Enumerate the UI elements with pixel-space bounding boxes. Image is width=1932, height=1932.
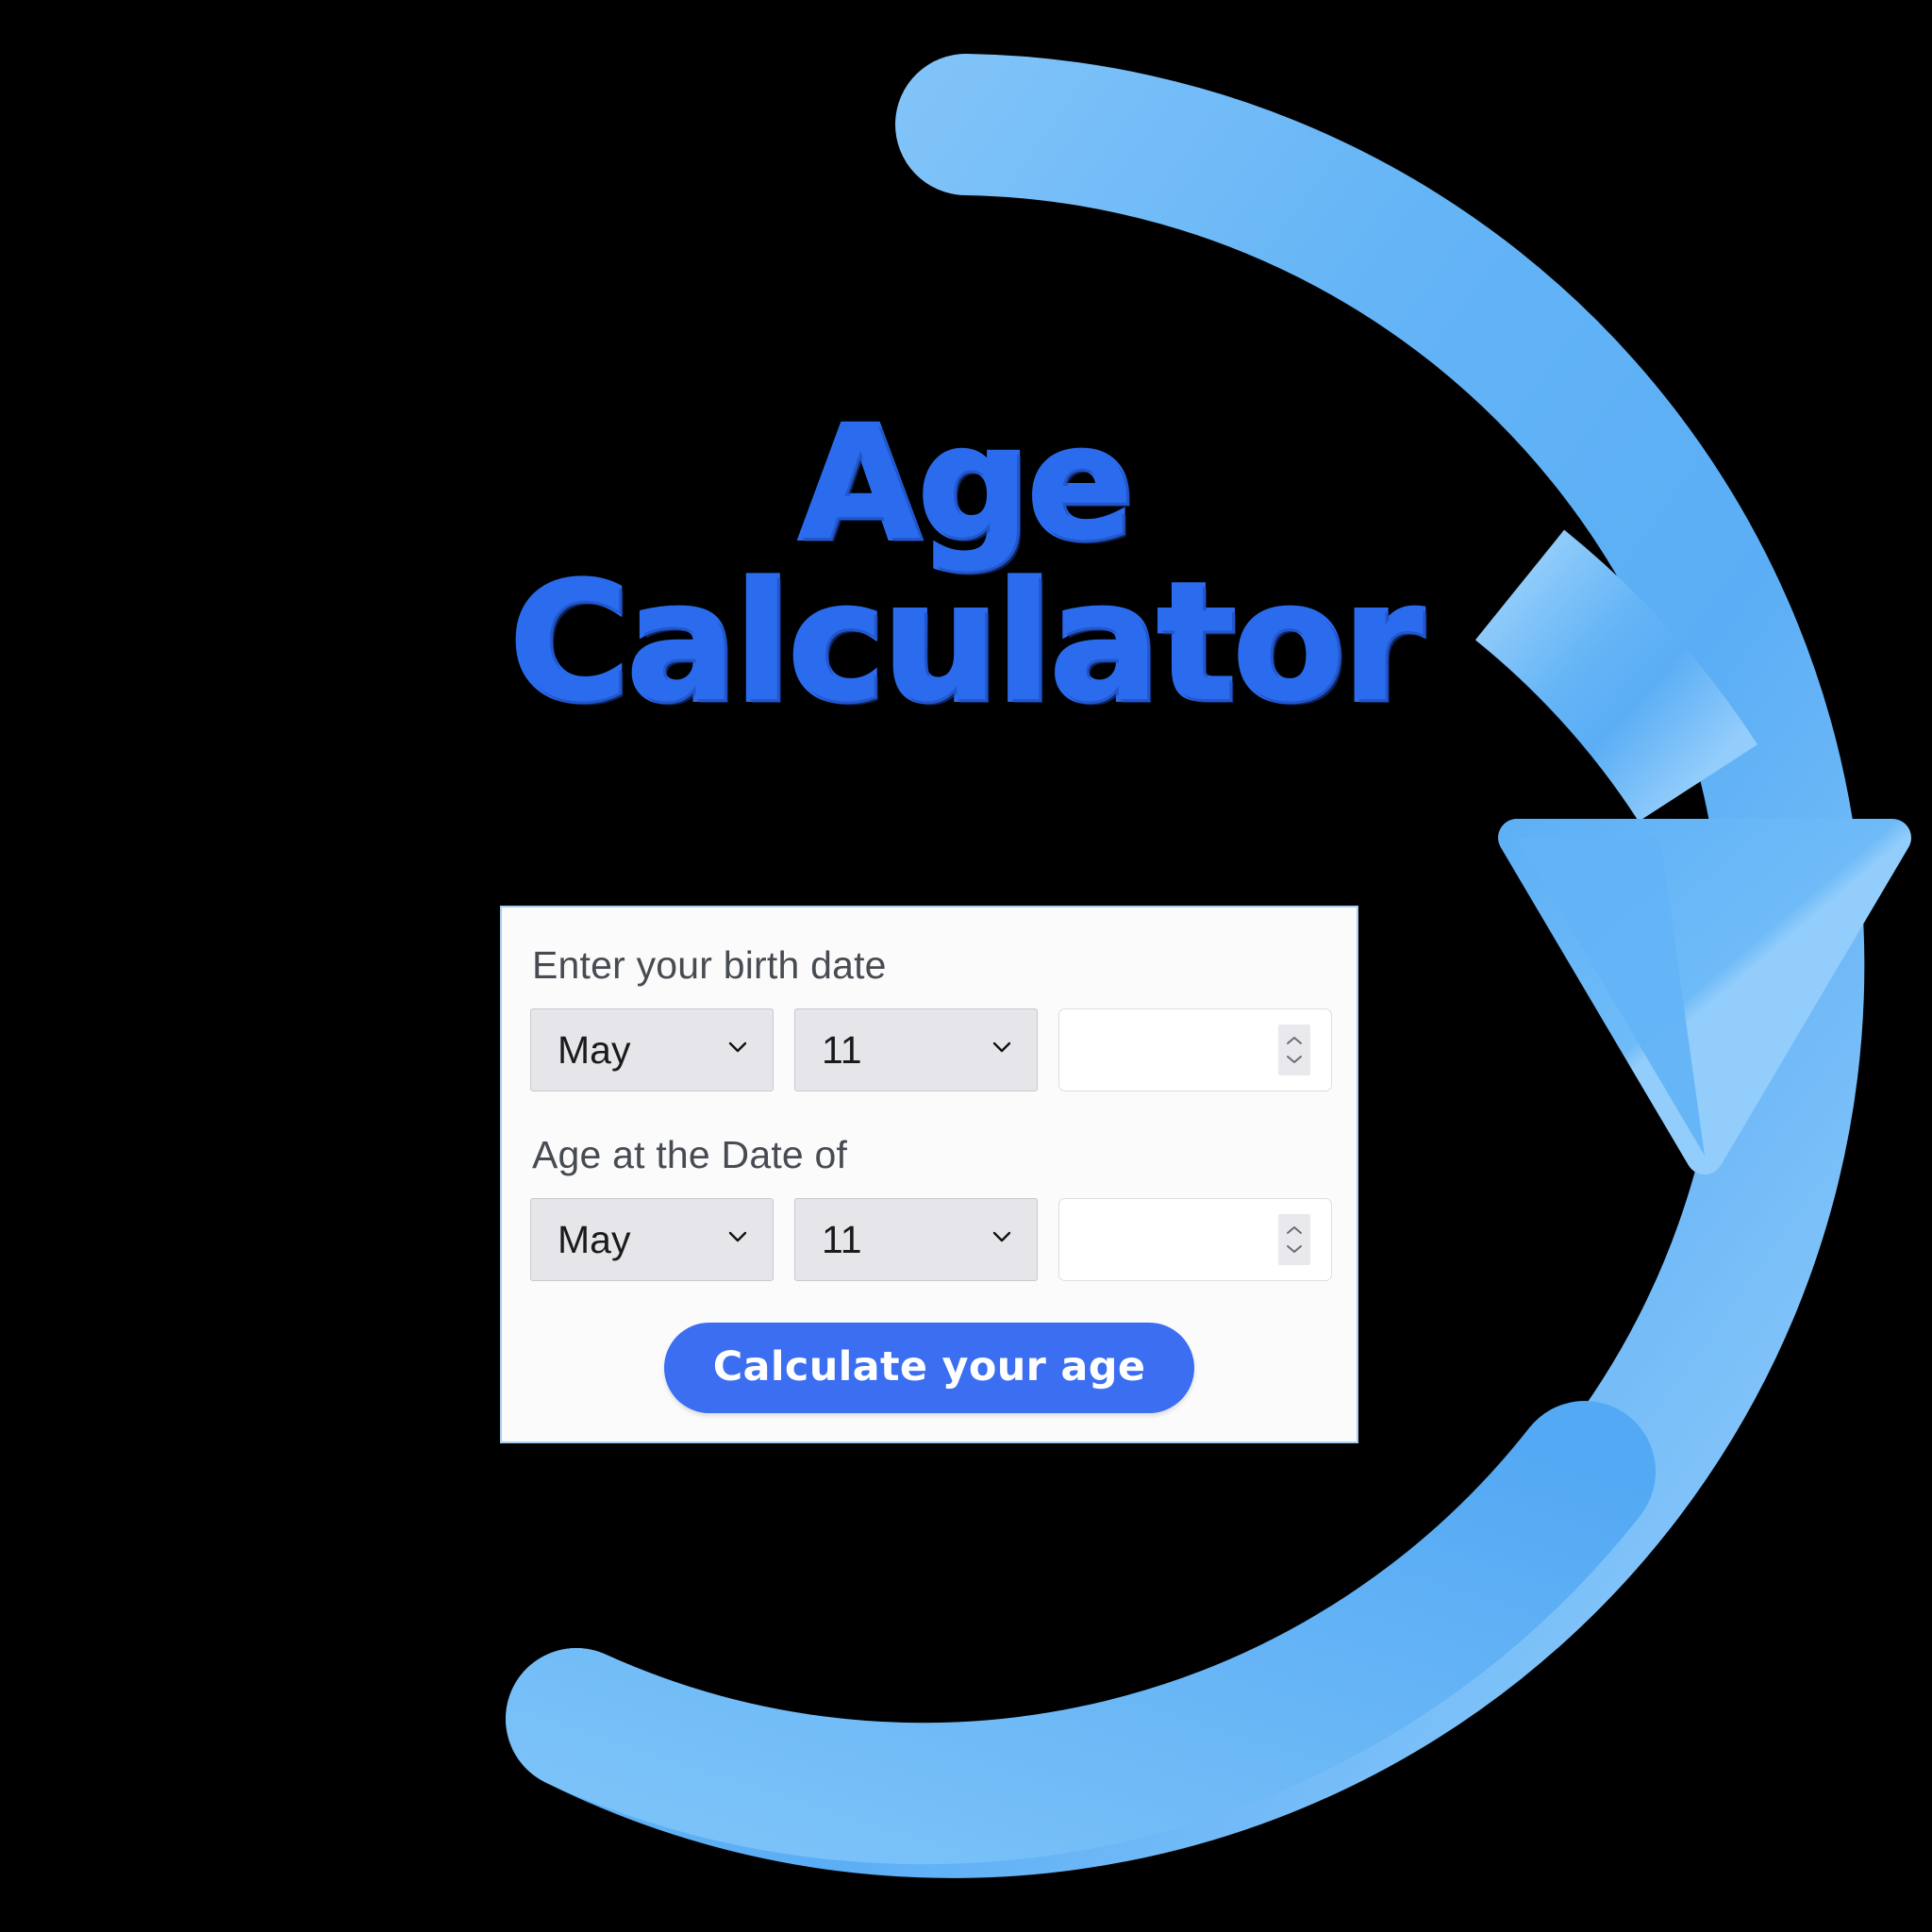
birth-year-field[interactable] [1058, 1008, 1332, 1091]
title-line-2: Calculator [508, 547, 1426, 738]
spinner-down-icon [1287, 1245, 1302, 1253]
birth-day-value: 11 [822, 1027, 862, 1072]
birth-date-row: May 11 [530, 1008, 1332, 1091]
birth-date-label: Enter your birth date [532, 943, 887, 987]
target-year-input[interactable] [1059, 1199, 1286, 1280]
birth-year-stepper[interactable] [1278, 1024, 1310, 1075]
target-day-select[interactable]: 11 [794, 1198, 1038, 1281]
calculate-age-button[interactable]: Calculate your age [663, 1323, 1195, 1413]
age-at-date-row: May 11 [530, 1198, 1332, 1281]
chevron-down-icon [727, 1226, 748, 1247]
birth-day-select[interactable]: 11 [794, 1008, 1038, 1091]
target-year-field[interactable] [1058, 1198, 1332, 1281]
birth-month-select[interactable]: May [530, 1008, 774, 1091]
target-day-value: 11 [822, 1217, 862, 1261]
spinner-down-icon [1287, 1056, 1302, 1063]
birth-year-input[interactable] [1059, 1009, 1286, 1091]
page-title: Age Calculator [0, 393, 1932, 738]
age-at-date-label: Age at the Date of [532, 1133, 848, 1176]
chevron-down-icon [991, 1226, 1012, 1247]
age-calculator-card: Enter your birth date May 11 Age at the … [500, 906, 1358, 1443]
title-line-1: Age [797, 393, 1137, 575]
page-root: Age Calculator Enter your birth date May… [0, 0, 1932, 1932]
submit-row: Calculate your age [530, 1323, 1328, 1413]
spinner-up-icon [1287, 1226, 1302, 1234]
target-month-select[interactable]: May [530, 1198, 774, 1281]
target-month-value: May [558, 1217, 631, 1261]
chevron-down-icon [991, 1037, 1012, 1058]
spinner-up-icon [1287, 1037, 1302, 1044]
target-year-stepper[interactable] [1278, 1214, 1310, 1265]
birth-month-value: May [558, 1027, 631, 1072]
chevron-down-icon [727, 1037, 748, 1058]
